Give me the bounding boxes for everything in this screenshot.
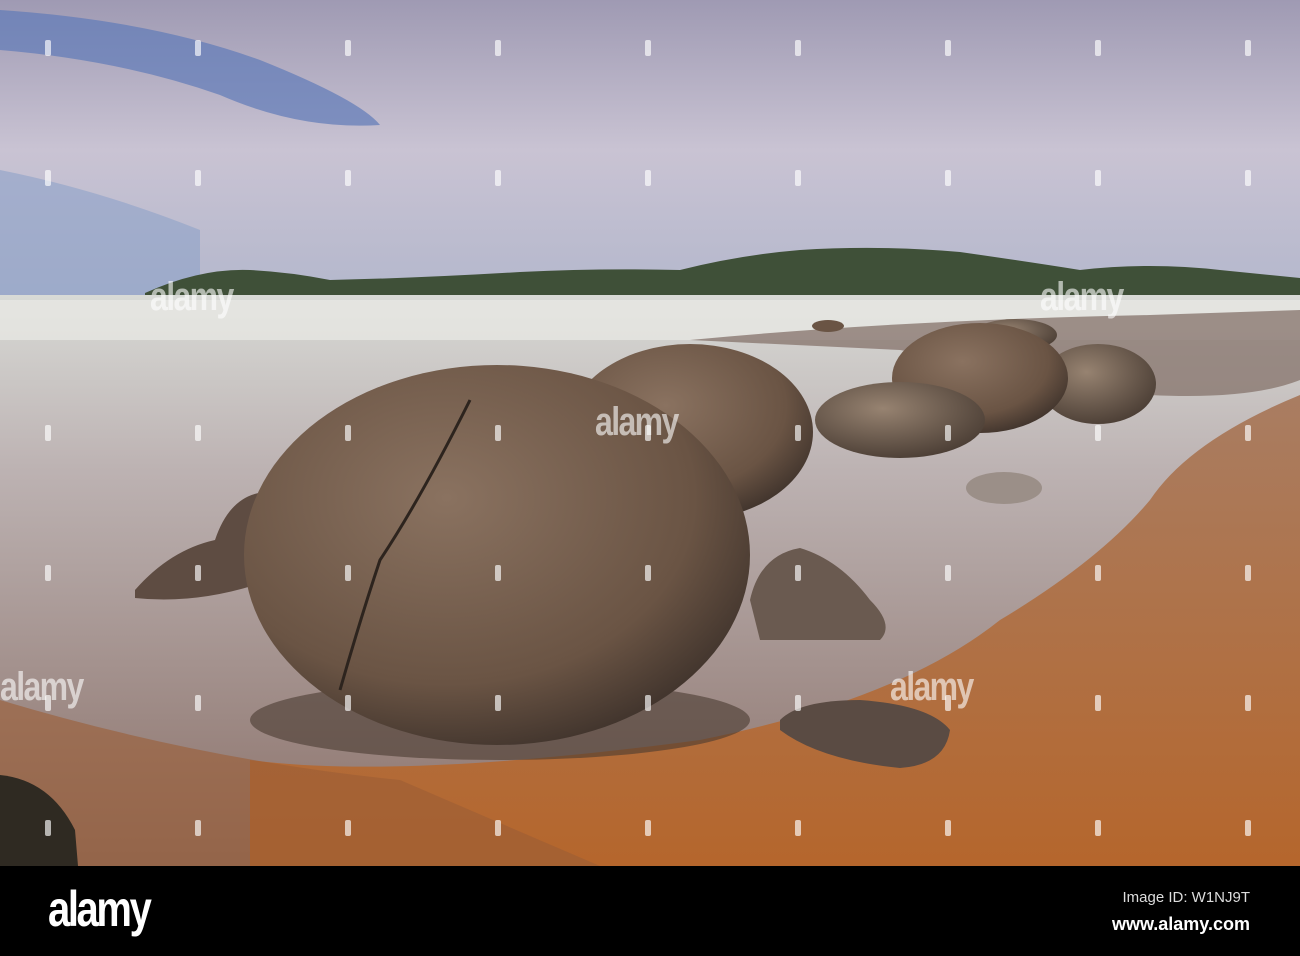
watermark-mark [1095,425,1101,441]
watermark-mark [45,820,51,836]
watermark-mark [45,695,51,711]
image-id: Image ID: W1NJ9T [1122,889,1250,906]
watermark-mark [495,565,501,581]
watermark-mark [1095,565,1101,581]
watermark-mark [1095,40,1101,56]
watermark-mark [345,40,351,56]
watermark-mark [945,40,951,56]
watermark-mark [645,695,651,711]
watermark-logo: alamy [595,400,679,444]
watermark-mark [1095,695,1101,711]
watermark-mark [1095,820,1101,836]
watermark-mark [1245,820,1251,836]
watermark-mark [345,820,351,836]
watermark-mark [795,565,801,581]
watermark-mark [195,170,201,186]
watermark-mark [45,425,51,441]
watermark-mark [645,40,651,56]
watermark-mark [1245,565,1251,581]
watermark-mark [945,425,951,441]
watermark-mark [1095,170,1101,186]
watermark-mark [345,695,351,711]
watermark-mark [945,565,951,581]
small-stone [966,472,1042,504]
watermark-mark [495,170,501,186]
watermark-mark [345,565,351,581]
website-link[interactable]: www.alamy.com [1112,914,1250,935]
watermark-mark [645,170,651,186]
watermark-mark [195,820,201,836]
watermark-mark [795,695,801,711]
watermark-mark [495,40,501,56]
footer-bar: alamy Image ID: W1NJ9T www.alamy.com [0,866,1300,956]
watermark-mark [645,820,651,836]
watermark-mark [795,40,801,56]
boulder-middle-right [815,382,985,458]
watermark-mark [495,820,501,836]
watermark-logo: alamy [0,665,84,709]
watermark-mark [495,695,501,711]
watermark-mark [45,170,51,186]
watermark-mark [195,40,201,56]
watermark-logo: alamy [150,275,234,319]
watermark-mark [195,565,201,581]
alamy-logo: alamy [48,881,152,937]
watermark-mark [945,695,951,711]
watermark-mark [345,425,351,441]
watermark-mark [945,170,951,186]
watermark-mark [645,425,651,441]
watermark-mark [45,565,51,581]
watermark-mark [1245,695,1251,711]
small-far-boulder [812,320,844,332]
watermark-mark [45,40,51,56]
watermark-mark [195,425,201,441]
watermark-mark [345,170,351,186]
watermark-mark [795,425,801,441]
watermark-logo: alamy [1040,275,1124,319]
watermark-logo: alamy [890,665,974,709]
stock-photo: alamy alamy alamy alamy alamy alamy Imag… [0,0,1300,956]
watermark-mark [1245,425,1251,441]
watermark-mark [945,820,951,836]
watermark-mark [195,695,201,711]
watermark-mark [1245,40,1251,56]
watermark-mark [795,170,801,186]
watermark-mark [645,565,651,581]
watermark-mark [1245,170,1251,186]
watermark-mark [495,425,501,441]
watermark-mark [795,820,801,836]
